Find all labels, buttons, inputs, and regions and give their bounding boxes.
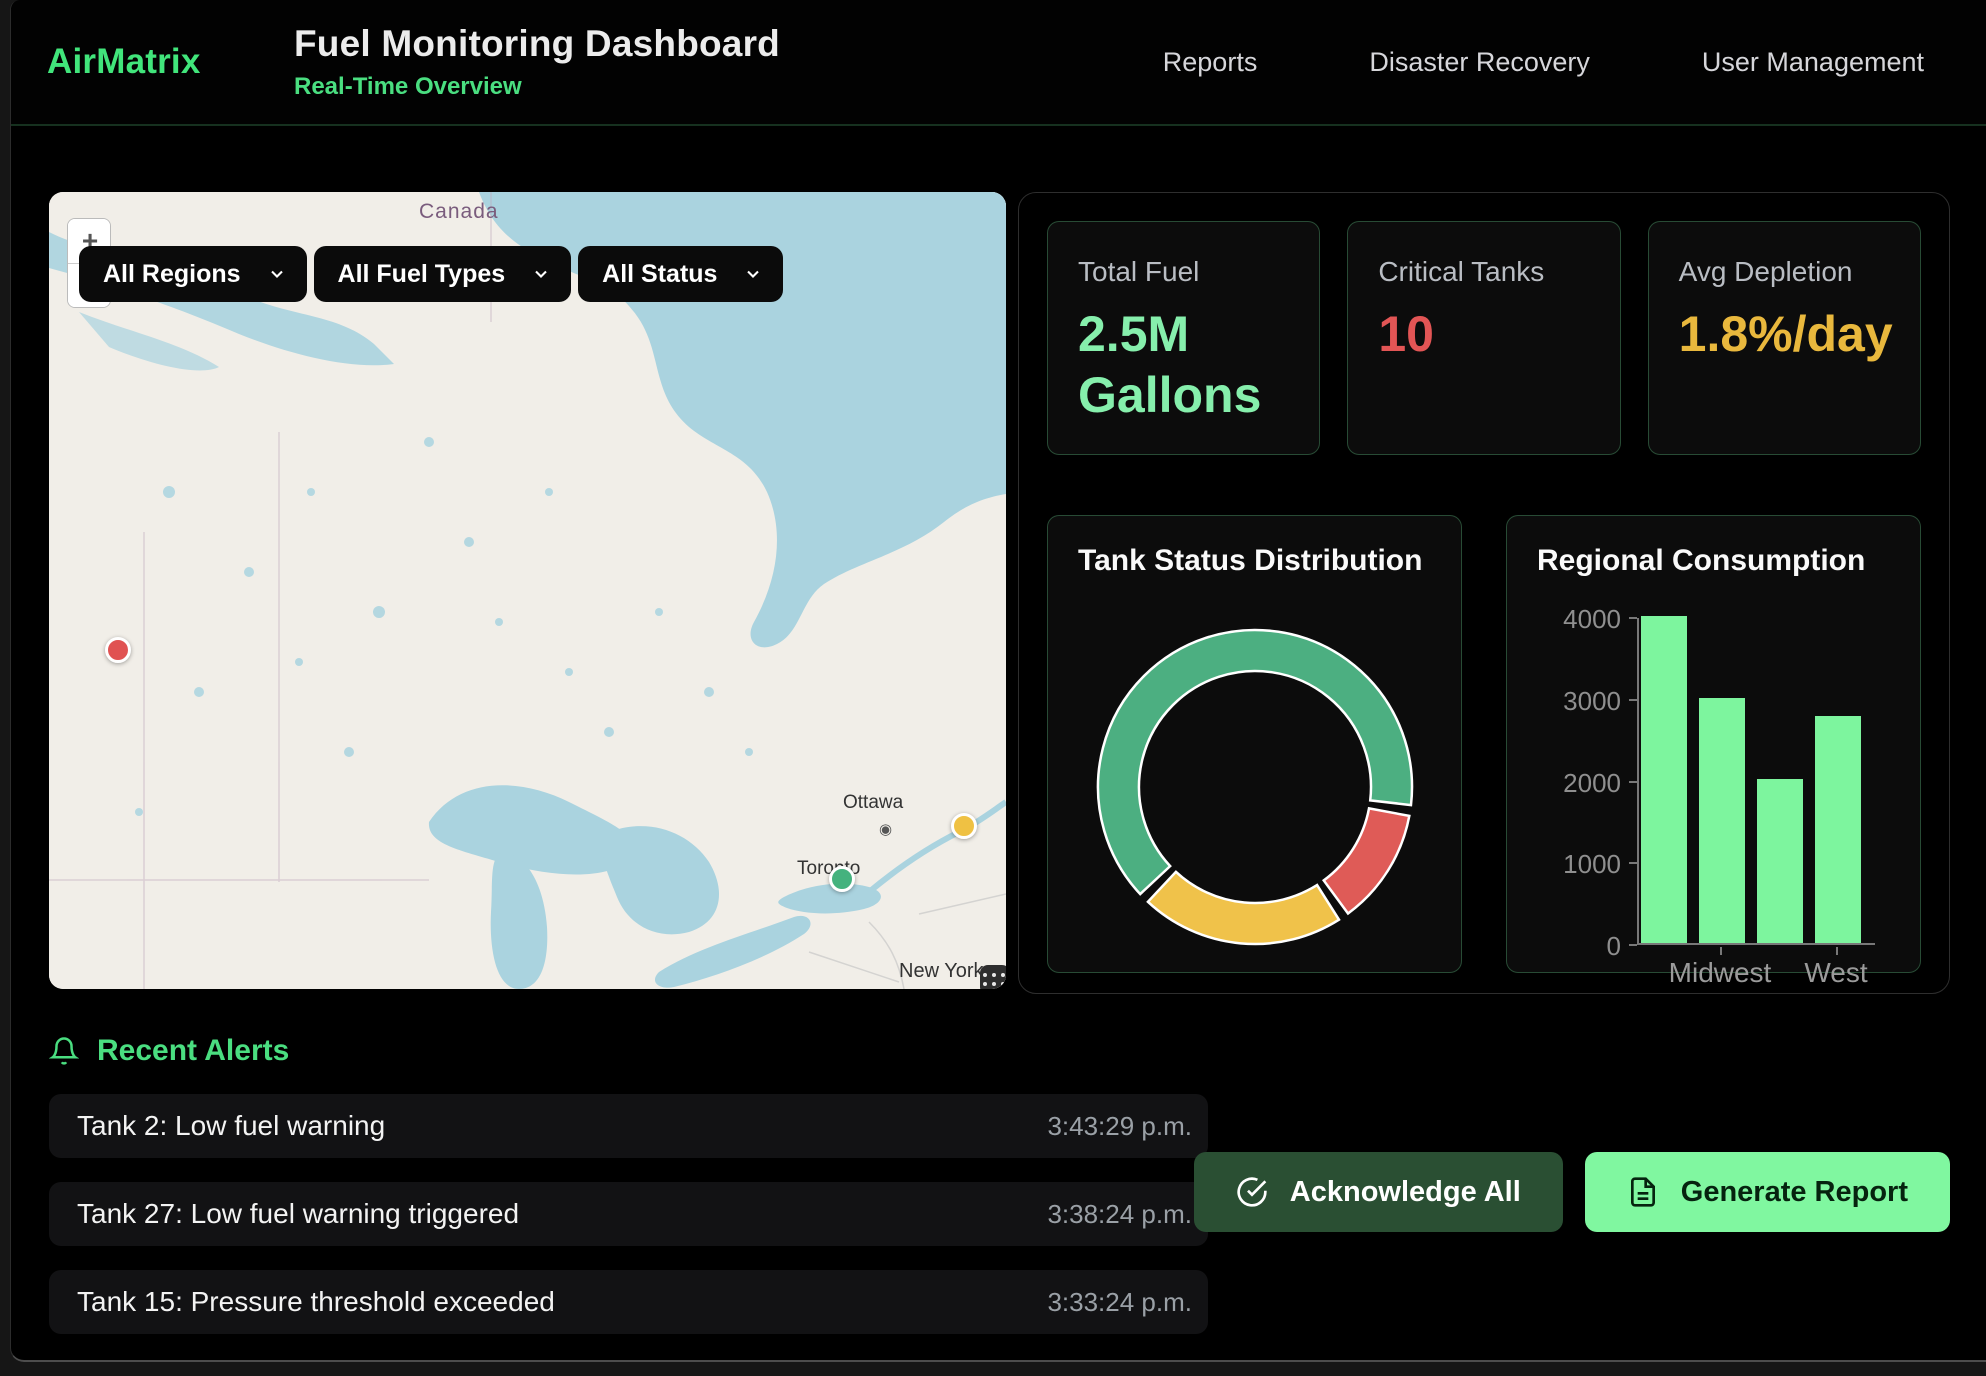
metrics-panel: Total Fuel 2.5M Gallons Critical Tanks 1…	[1018, 192, 1950, 994]
stat-label: Avg Depletion	[1679, 256, 1890, 288]
stat-card-total-fuel: Total Fuel 2.5M Gallons	[1047, 221, 1320, 455]
donut-chart	[1078, 622, 1431, 952]
consumption-bar	[1757, 779, 1803, 943]
donut-segment-warning	[1147, 872, 1338, 944]
bar-chart-y-axis: 01000200030004000	[1555, 618, 1637, 945]
y-tick-label: 3000	[1563, 686, 1621, 717]
bar-chart: 01000200030004000 MidwestWest	[1537, 618, 1890, 991]
stat-cards: Total Fuel 2.5M Gallons Critical Tanks 1…	[1047, 221, 1921, 455]
y-tick-label: 4000	[1563, 604, 1621, 635]
status-filter-dropdown[interactable]: All Status	[578, 246, 783, 302]
stat-value: 1.8%/day	[1679, 304, 1854, 365]
stat-label: Critical Tanks	[1378, 256, 1589, 288]
x-tick-label: Midwest	[1669, 957, 1772, 989]
alert-timestamp: 3:43:29 p.m.	[1047, 1111, 1192, 1142]
alert-message: Tank 15: Pressure threshold exceeded	[77, 1286, 555, 1318]
bar-chart-plot	[1637, 618, 1875, 945]
regional-consumption-chart-card: Regional Consumption 01000200030004000 M…	[1506, 515, 1921, 973]
page-subtitle: Real-Time Overview	[294, 73, 780, 101]
alert-list: Tank 2: Low fuel warning 3:43:29 p.m. Ta…	[49, 1094, 1208, 1334]
map-resize-handle[interactable]	[980, 965, 1006, 989]
tank-status-chart-card: Tank Status Distribution	[1047, 515, 1462, 973]
chevron-down-icon	[743, 264, 763, 284]
bell-icon	[49, 1036, 79, 1066]
generate-report-button[interactable]: Generate Report	[1585, 1152, 1950, 1232]
alerts-header: Recent Alerts	[49, 1034, 1950, 1068]
consumption-bar	[1815, 716, 1861, 943]
chart-title: Regional Consumption	[1537, 544, 1890, 578]
consumption-bar	[1699, 698, 1745, 943]
stat-card-avg-depletion: Avg Depletion 1.8%/day	[1648, 221, 1921, 455]
recent-alerts-section: Recent Alerts Tank 2: Low fuel warning 3…	[49, 1034, 1950, 1334]
document-icon	[1627, 1176, 1659, 1208]
main-nav: Reports Disaster Recovery User Managemen…	[1163, 47, 1924, 78]
alerts-title: Recent Alerts	[97, 1034, 289, 1068]
stat-card-critical-tanks: Critical Tanks 10	[1347, 221, 1620, 455]
stat-value: 10	[1378, 304, 1553, 365]
alert-row: Tank 2: Low fuel warning 3:43:29 p.m.	[49, 1094, 1208, 1158]
chevron-down-icon	[531, 264, 551, 284]
chevron-down-icon	[267, 264, 287, 284]
bar-chart-x-axis: Midwest West	[1637, 945, 1875, 991]
y-tick-label: 1000	[1563, 849, 1621, 880]
x-tick-label: West	[1804, 957, 1867, 989]
alert-message: Tank 27: Low fuel warning triggered	[77, 1198, 519, 1230]
stat-value: 2.5M Gallons	[1078, 304, 1253, 426]
chart-title: Tank Status Distribution	[1078, 544, 1431, 578]
map-marker-normal[interactable]	[829, 866, 855, 892]
alert-message: Tank 2: Low fuel warning	[77, 1110, 385, 1142]
nav-item-user-management[interactable]: User Management	[1702, 47, 1924, 78]
map-marker-critical[interactable]	[105, 637, 131, 663]
alert-timestamp: 3:38:24 p.m.	[1047, 1199, 1192, 1230]
header: AirMatrix Fuel Monitoring Dashboard Real…	[11, 0, 1986, 126]
consumption-bar	[1641, 616, 1687, 943]
y-tick-label: 0	[1607, 931, 1621, 962]
title-block: Fuel Monitoring Dashboard Real-Time Over…	[294, 23, 780, 101]
nav-item-reports[interactable]: Reports	[1163, 47, 1258, 78]
app-window: AirMatrix Fuel Monitoring Dashboard Real…	[10, 0, 1986, 1362]
alert-timestamp: 3:33:24 p.m.	[1047, 1287, 1192, 1318]
y-tick-label: 2000	[1563, 768, 1621, 799]
map-markers	[49, 192, 1006, 989]
donut-segment-critical	[1323, 808, 1409, 913]
chart-cards: Tank Status Distribution Regional Consum…	[1047, 515, 1921, 973]
fuel-type-filter-dropdown[interactable]: All Fuel Types	[314, 246, 572, 302]
acknowledge-all-button[interactable]: Acknowledge All	[1194, 1152, 1563, 1232]
page-title: Fuel Monitoring Dashboard	[294, 23, 780, 65]
stat-label: Total Fuel	[1078, 256, 1289, 288]
tank-map[interactable]: Canada Ottawa ◉ Toronto New York + − All…	[49, 192, 1006, 989]
region-filter-dropdown[interactable]: All Regions	[79, 246, 307, 302]
alert-row: Tank 27: Low fuel warning triggered 3:38…	[49, 1182, 1208, 1246]
check-circle-icon	[1236, 1176, 1268, 1208]
alert-row: Tank 15: Pressure threshold exceeded 3:3…	[49, 1270, 1208, 1334]
map-marker-warning[interactable]	[951, 813, 977, 839]
alert-actions: Acknowledge All Generate Report	[1194, 1152, 1950, 1232]
map-filters: All Regions All Fuel Types All Status	[79, 246, 783, 302]
app-logo: AirMatrix	[47, 42, 294, 82]
nav-item-disaster-recovery[interactable]: Disaster Recovery	[1369, 47, 1590, 78]
